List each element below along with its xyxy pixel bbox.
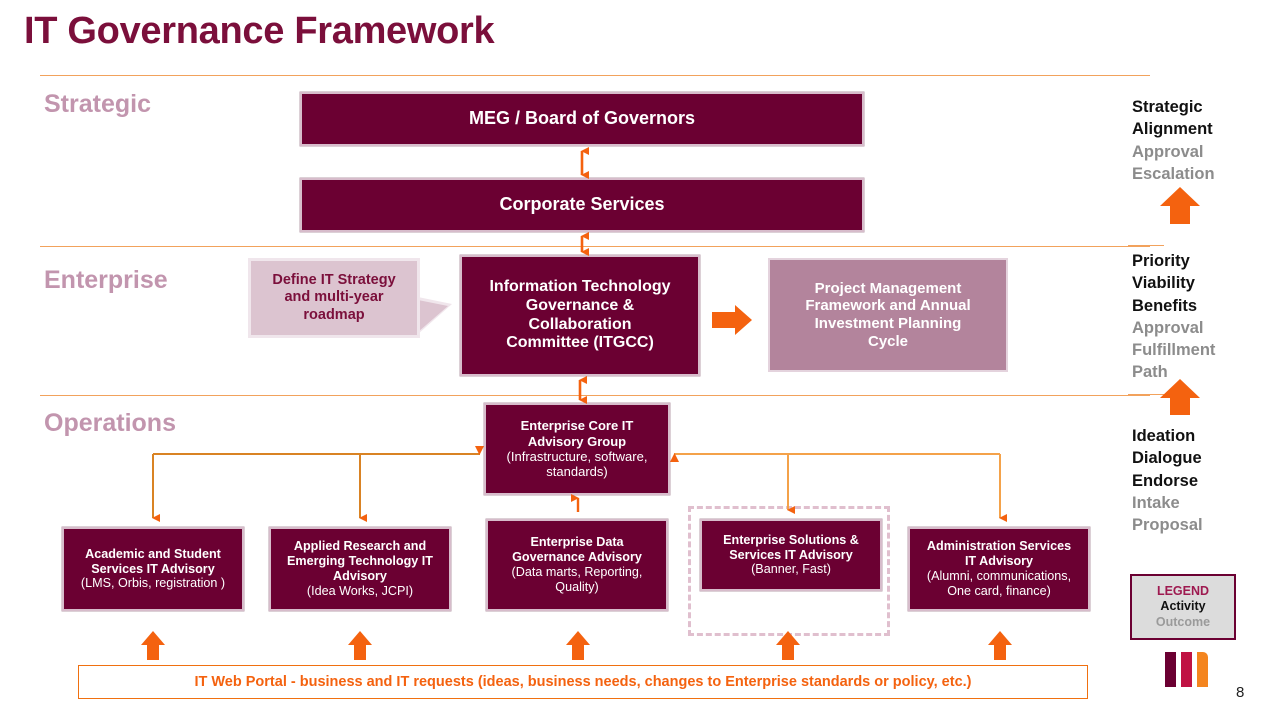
node-data-gov-line-2: Governance Advisory — [512, 550, 642, 565]
tier-label-strategic: Strategic — [44, 90, 151, 118]
annotation-strategic: Strategic Alignment Approval Escalation — [1132, 96, 1215, 185]
node-applied-research-advisory[interactable]: Applied Research and Emerging Technology… — [269, 527, 451, 611]
annotation-operations-outcome-2: Proposal — [1132, 516, 1203, 535]
node-pmf-line-2: Framework and Annual — [805, 297, 971, 315]
node-itgcc-line-4: Committee (ITGCC) — [506, 334, 654, 352]
tier-label-enterprise: Enterprise — [44, 266, 168, 294]
node-data-gov-line-4: Quality) — [555, 579, 599, 594]
node-core-line-3: (Infrastructure, software, — [506, 449, 648, 464]
annotation-strategic-outcome-2: Escalation — [1132, 164, 1215, 183]
annotation-strategic-outcome-1: Approval — [1132, 142, 1204, 161]
node-project-management-framework[interactable]: Project Management Framework and Annual … — [768, 258, 1008, 372]
node-itgcc[interactable]: Information Technology Governance & Coll… — [460, 255, 700, 376]
node-academic-line-3: (LMS, Orbis, registration ) — [80, 576, 226, 591]
annotation-operations-activity-3: Endorse — [1132, 471, 1199, 490]
node-core-line-4: standards) — [546, 464, 608, 480]
annotation-enterprise-activity-2: Viability — [1132, 274, 1195, 293]
node-applied-line-4: (Idea Works, JCPI) — [306, 583, 414, 598]
node-solutions-line-1: Enterprise Solutions & — [723, 532, 859, 547]
node-enterprise-data-governance-advisory[interactable]: Enterprise Data Governance Advisory (Dat… — [486, 519, 668, 611]
node-academic-line-1: Academic and Student — [85, 546, 221, 561]
node-academic-line-2: Services IT Advisory — [91, 561, 215, 576]
divider-strategic — [40, 75, 1150, 76]
node-admin-line-2: IT Advisory — [964, 554, 1034, 569]
node-pmf-line-4: Cycle — [867, 332, 909, 350]
node-core-line-1: Enterprise Core IT — [520, 418, 634, 434]
brand-bar-maroon — [1165, 652, 1176, 687]
annotation-enterprise: Priority Viability Benefits Approval Ful… — [1132, 250, 1215, 384]
connector-itgcc-to-pmf-block-arrow — [712, 305, 752, 335]
callout-line-1: Define IT Strategy — [272, 272, 396, 289]
annotation-arrow-enterprise — [1160, 379, 1200, 415]
node-applied-line-1: Applied Research and — [293, 539, 427, 554]
callout-tail — [418, 300, 448, 332]
callout-define-it-strategy: Define IT Strategy and multi-year roadma… — [248, 258, 420, 338]
callout-line-3: roadmap — [303, 306, 365, 323]
annotation-enterprise-outcome-1: Approval — [1132, 318, 1204, 337]
web-portal-label: IT Web Portal - business and IT requests… — [194, 674, 972, 690]
node-solutions-line-2: Services IT Advisory — [729, 547, 853, 562]
node-applied-line-3: Advisory — [333, 569, 387, 583]
node-solutions-line-3: (Banner, Fast) — [751, 562, 831, 577]
connector-core-to-left-advisories — [152, 446, 484, 522]
node-admin-line-4: One card, finance) — [947, 583, 1051, 598]
brand-bar-crimson — [1181, 652, 1192, 687]
tier-label-operations: Operations — [44, 409, 176, 437]
node-academic-student-services-advisory[interactable]: Academic and Student Services IT Advisor… — [62, 527, 244, 611]
node-pmf-line-1: Project Management — [814, 279, 962, 297]
node-administration-services-advisory[interactable]: Administration Services IT Advisory (Alu… — [908, 527, 1090, 611]
node-meg-label: MEG / Board of Governors — [468, 108, 696, 129]
legend-outcome-label: Outcome — [1155, 614, 1211, 629]
divider-right-upper — [1128, 245, 1164, 246]
node-itgcc-line-2: Governance & — [525, 296, 635, 314]
node-admin-line-1: Administration Services — [926, 539, 1072, 554]
annotation-operations-activity-1: Ideation — [1132, 427, 1196, 445]
brand-bar-orange — [1197, 652, 1208, 687]
node-core-line-2: Advisory Group — [527, 433, 627, 449]
page-title: IT Governance Framework — [24, 10, 495, 52]
slide-canvas: IT Governance Framework Strategic Enterp… — [0, 0, 1280, 720]
node-admin-line-3: (Alumni, communications, — [926, 569, 1072, 583]
node-pmf-line-3: Investment Planning — [814, 315, 962, 332]
node-itgcc-line-3: Collaboration — [528, 315, 632, 333]
callout-line-2: and multi-year — [284, 289, 384, 306]
annotation-strategic-activity-1: Strategic — [1132, 98, 1203, 116]
page-number: 8 — [1236, 684, 1245, 701]
annotation-arrow-strategic — [1160, 187, 1200, 224]
node-enterprise-solutions-services-advisory[interactable]: Enterprise Solutions & Services IT Advis… — [700, 519, 882, 591]
divider-operations — [40, 395, 1150, 396]
node-data-gov-line-3: (Data marts, Reporting, — [511, 565, 643, 579]
node-applied-line-2: Emerging Technology IT — [286, 554, 433, 569]
brand-bars — [1165, 652, 1208, 687]
annotation-enterprise-activity-3: Benefits — [1132, 296, 1198, 315]
annotation-strategic-activity-2: Alignment — [1132, 120, 1213, 139]
node-meg-board-of-governors[interactable]: MEG / Board of Governors — [300, 92, 864, 146]
divider-enterprise — [40, 246, 1150, 247]
annotation-operations-activity-2: Dialogue — [1132, 449, 1202, 468]
node-enterprise-core-it-advisory-group[interactable]: Enterprise Core IT Advisory Group (Infra… — [484, 403, 670, 495]
annotation-enterprise-outcome-2: Fulfillment — [1132, 341, 1216, 360]
annotation-operations: Ideation Dialogue Endorse Intake Proposa… — [1132, 425, 1203, 536]
legend-activity-label: Activity — [1160, 599, 1206, 614]
annotation-enterprise-outcome-3: Path — [1132, 363, 1168, 382]
annotation-enterprise-activity-1: Priority — [1132, 252, 1190, 270]
node-itgcc-line-1: Information Technology — [489, 277, 671, 295]
legend-title: LEGEND — [1156, 583, 1210, 598]
node-corporate-services[interactable]: Corporate Services — [300, 178, 864, 232]
divider-right-lower — [1128, 394, 1164, 395]
web-portal-bar[interactable]: IT Web Portal - business and IT requests… — [78, 665, 1088, 699]
node-data-gov-line-1: Enterprise Data — [530, 535, 624, 550]
legend-box: LEGEND Activity Outcome — [1130, 574, 1236, 640]
node-corporate-services-label: Corporate Services — [499, 194, 665, 215]
annotation-operations-outcome-1: Intake — [1132, 493, 1180, 512]
